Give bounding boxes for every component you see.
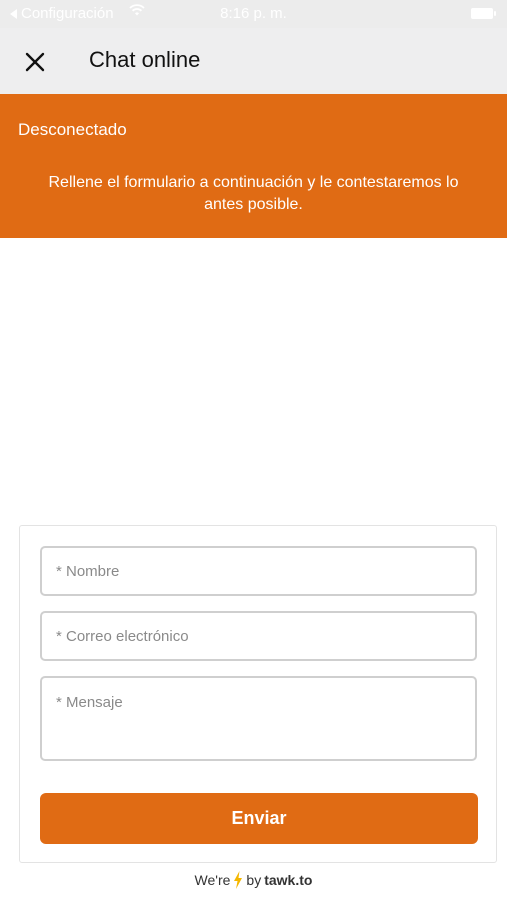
close-icon[interactable] bbox=[22, 49, 48, 75]
footer-by: by bbox=[246, 872, 262, 888]
send-button[interactable]: Enviar bbox=[40, 793, 478, 844]
footer-brand: tawk.to bbox=[264, 872, 313, 888]
message-field[interactable] bbox=[40, 676, 477, 761]
offline-message: Rellene el formulario a continuación y l… bbox=[48, 174, 459, 213]
offline-banner: Desconectado Rellene el formulario a con… bbox=[0, 94, 507, 238]
clock: 8:16 p. m. bbox=[220, 5, 287, 22]
battery-icon bbox=[471, 8, 496, 19]
footer-prefix: We're bbox=[194, 872, 231, 888]
status-bar: Configuración 8:16 p. m. bbox=[0, 0, 507, 28]
email-field[interactable] bbox=[40, 611, 477, 661]
page-title: Chat online bbox=[89, 47, 201, 72]
connection-status: Desconectado bbox=[18, 120, 127, 139]
lightning-bolt-icon bbox=[234, 871, 243, 889]
offline-form: Enviar bbox=[19, 525, 497, 863]
name-field[interactable] bbox=[40, 546, 477, 596]
powered-by-footer[interactable]: We're by tawk.to bbox=[0, 871, 507, 889]
navigation-bar: Chat online bbox=[0, 28, 507, 94]
